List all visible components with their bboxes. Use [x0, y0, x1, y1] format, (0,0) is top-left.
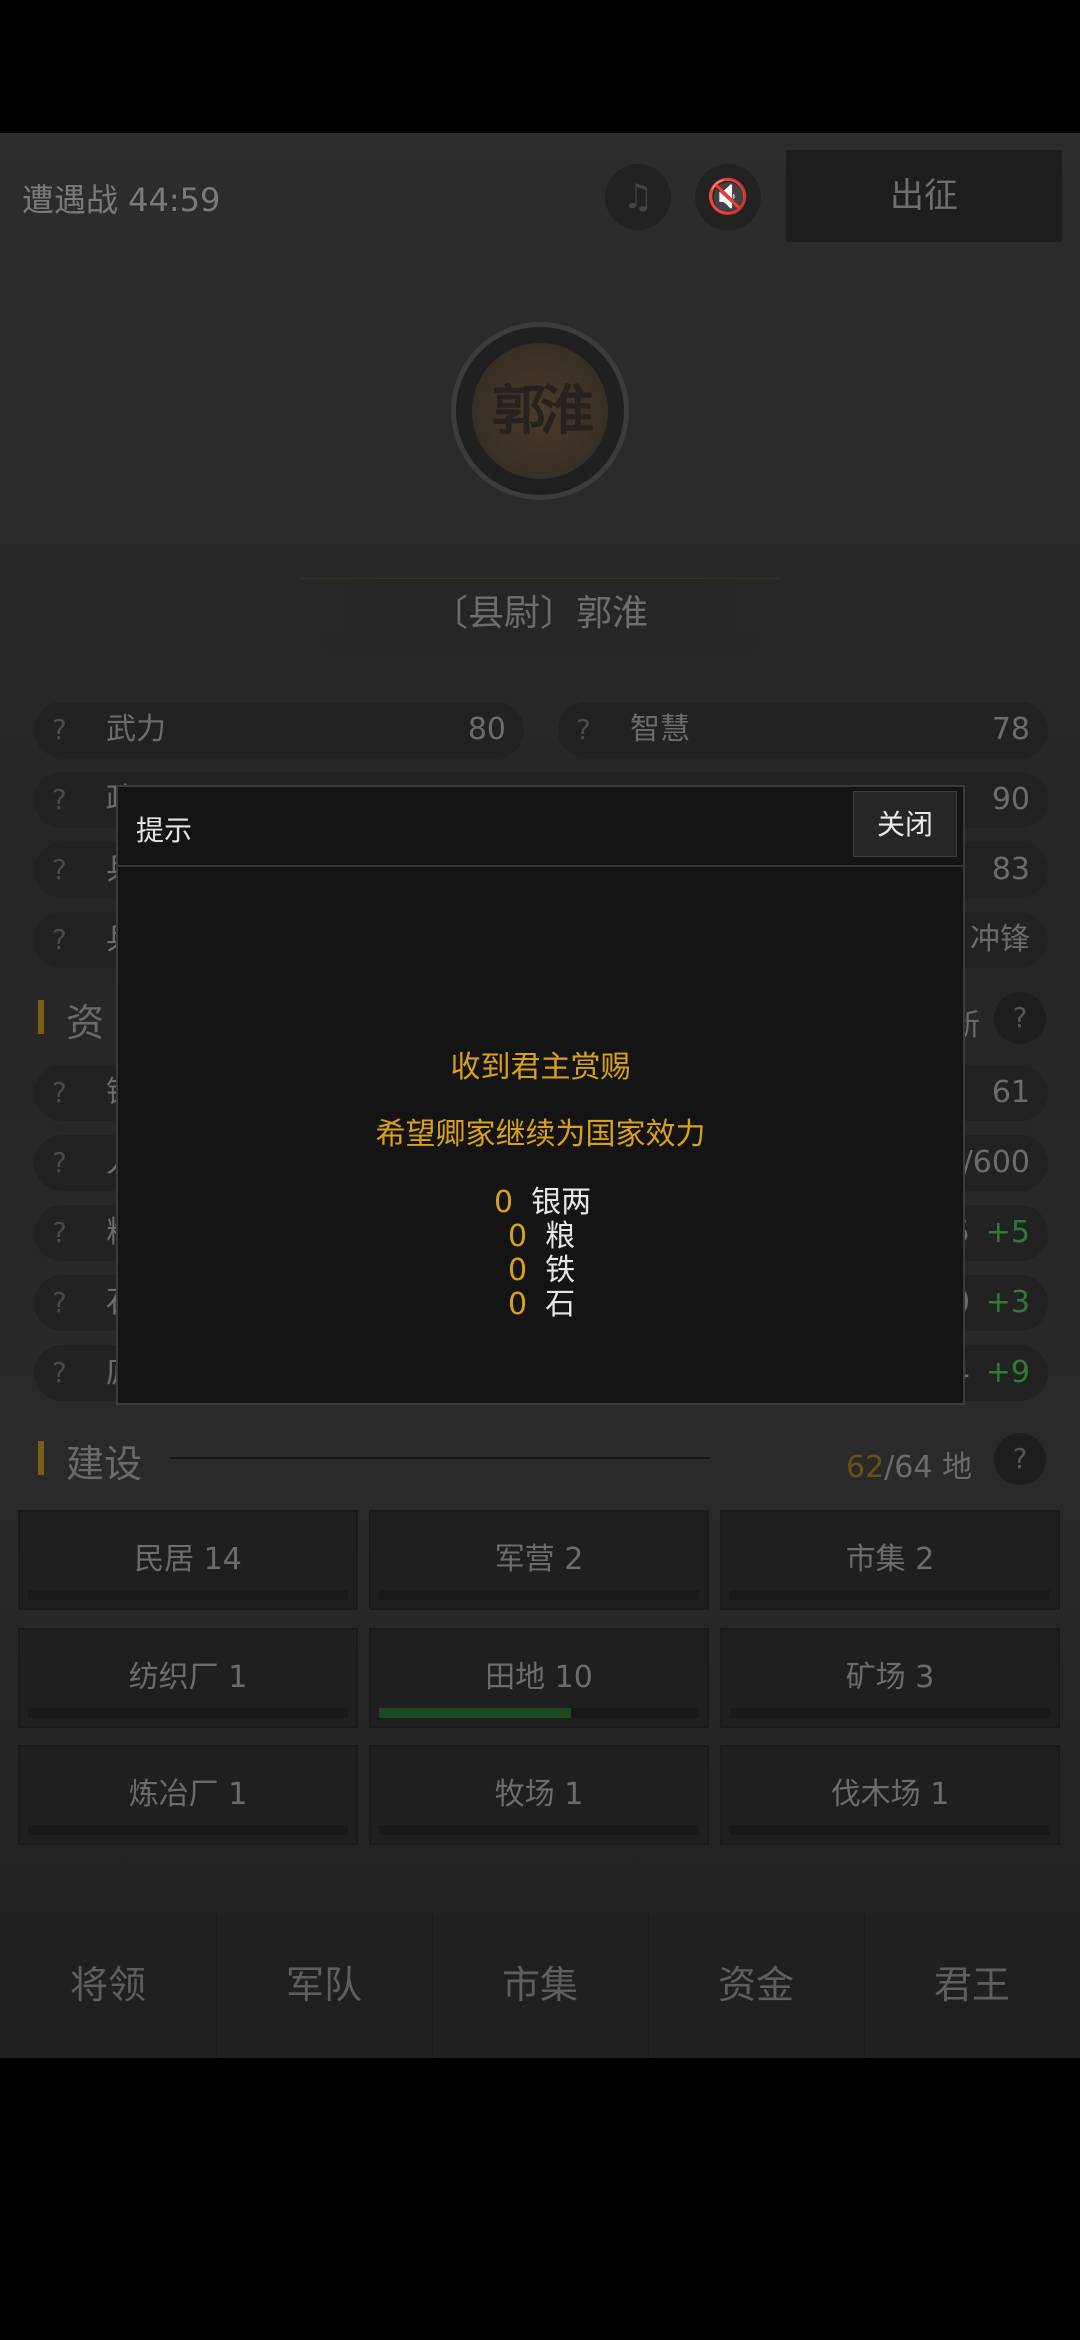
stat-row[interactable]: ? 武力 80: [34, 702, 524, 758]
help-icon: ?: [52, 853, 67, 886]
music-off-icon[interactable]: ♫: [605, 164, 671, 230]
building-card[interactable]: 市集 2: [720, 1510, 1060, 1610]
land-total: /64: [884, 1450, 933, 1485]
building-label: 伐木场 1: [830, 1777, 950, 1812]
help-icon: ?: [52, 1286, 67, 1319]
bottom-nav: 将领 军队 市集 资金 君王: [0, 1913, 1080, 2058]
land-count: 62/64 地: [846, 1442, 972, 1486]
progress-bar: [379, 1590, 699, 1600]
resource-value: 61: [991, 1075, 1030, 1110]
resource-gain: +3: [985, 1285, 1030, 1320]
building-card[interactable]: 民居 14: [18, 1510, 358, 1610]
help-icon: ?: [52, 1146, 67, 1179]
reward-item: 0石: [508, 1279, 575, 1323]
stat-value: 83: [991, 852, 1030, 887]
top-bar: 遭遇战 44:59 ♫ 🔇 出征: [0, 150, 1080, 246]
building-card[interactable]: 矿场 3: [720, 1628, 1060, 1728]
resources-section-title: 资: [38, 992, 104, 1047]
stat-value: 90: [991, 782, 1030, 817]
help-icon: ?: [52, 1216, 67, 1249]
reward-name: 石: [545, 1287, 576, 1322]
dialog-header: 提示 关闭: [118, 787, 963, 867]
resource-value: /600: [962, 1145, 1030, 1180]
progress-bar: [730, 1590, 1050, 1600]
nav-market[interactable]: 市集: [432, 1913, 649, 2058]
land-unit: 地: [942, 1450, 973, 1485]
divider: [170, 1457, 710, 1459]
general-avatar[interactable]: 郭淮: [451, 322, 629, 500]
building-label: 纺织厂 1: [128, 1660, 248, 1695]
stat-value: 78: [991, 712, 1030, 747]
help-icon: ?: [52, 783, 67, 816]
nav-army[interactable]: 军队: [216, 1913, 433, 2058]
general-title: 〔县尉〕郭淮: [300, 578, 780, 649]
close-button[interactable]: 关闭: [853, 791, 957, 857]
stat-label: 智慧: [630, 712, 690, 747]
nav-funds[interactable]: 资金: [648, 1913, 865, 2058]
help-icon: ?: [576, 713, 591, 746]
land-used: 62: [846, 1450, 885, 1485]
reward-subtitle: 希望卿家继续为国家效力: [375, 1117, 706, 1152]
reward-dialog: 提示 关闭 收到君主赏赐 希望卿家继续为国家效力 0 银两 0粮 0铁 0石: [116, 785, 965, 1405]
construction-section-title: 建设: [38, 1433, 142, 1488]
help-icon: ?: [52, 1356, 67, 1389]
progress-bar: [730, 1708, 1050, 1718]
progress-bar: [28, 1825, 348, 1835]
sound-off-icon[interactable]: 🔇: [695, 164, 761, 230]
building-card[interactable]: 炼冶厂 1: [18, 1745, 358, 1845]
help-icon: ?: [52, 923, 67, 956]
dialog-title: 提示: [136, 814, 193, 847]
nav-generals[interactable]: 将领: [0, 1913, 217, 2058]
building-card[interactable]: 田地 10: [369, 1628, 709, 1728]
resource-gain: +5: [985, 1215, 1030, 1250]
reward-amount: 0: [508, 1287, 528, 1322]
stat-value: 80: [467, 712, 506, 747]
building-card[interactable]: 纺织厂 1: [18, 1628, 358, 1728]
progress-fill: [379, 1708, 571, 1718]
stat-row[interactable]: ? 智慧 78: [558, 702, 1048, 758]
help-icon: ?: [52, 1076, 67, 1109]
progress-bar: [730, 1825, 1050, 1835]
help-icon[interactable]: ?: [994, 1433, 1046, 1485]
building-label: 炼冶厂 1: [128, 1777, 248, 1812]
help-icon: ?: [52, 713, 67, 746]
building-card[interactable]: 军营 2: [369, 1510, 709, 1610]
avatar-calligraphy: 郭淮: [472, 343, 608, 479]
depart-button[interactable]: 出征: [786, 150, 1062, 242]
progress-bar: [28, 1708, 348, 1718]
battle-timer: 遭遇战 44:59: [22, 181, 221, 219]
building-label: 民居 14: [134, 1542, 242, 1577]
reward-message: 收到君主赏赐: [450, 1050, 631, 1085]
help-icon[interactable]: ?: [994, 992, 1046, 1044]
building-card[interactable]: 牧场 1: [369, 1745, 709, 1845]
building-label: 田地 10: [485, 1660, 593, 1695]
progress-bar: [28, 1590, 348, 1600]
building-label: 军营 2: [494, 1542, 584, 1577]
stat-value: 冲锋: [970, 922, 1030, 957]
progress-bar: [379, 1825, 699, 1835]
building-label: 矿场 3: [845, 1660, 935, 1695]
building-card[interactable]: 伐木场 1: [720, 1745, 1060, 1845]
building-label: 市集 2: [845, 1542, 935, 1577]
resource-gain: +9: [985, 1355, 1030, 1390]
building-label: 牧场 1: [494, 1777, 584, 1812]
stat-label: 武力: [106, 712, 166, 747]
progress-bar: [379, 1708, 699, 1718]
nav-king[interactable]: 君王: [864, 1913, 1080, 2058]
